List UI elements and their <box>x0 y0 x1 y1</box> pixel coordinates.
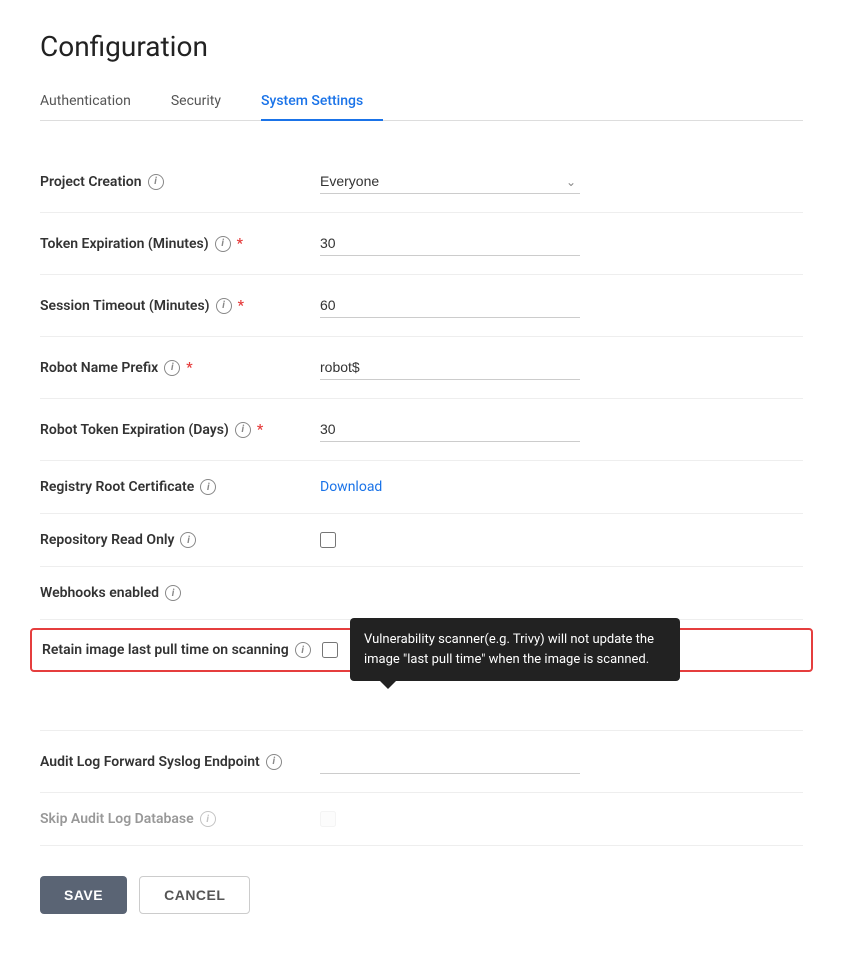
robot-name-prefix-input[interactable] <box>320 355 580 380</box>
robot-token-expiration-label: Robot Token Expiration (Days) i * <box>40 422 320 438</box>
session-timeout-required: * <box>238 298 244 314</box>
repository-read-only-checkbox[interactable] <box>320 532 336 548</box>
project-creation-control: Everyone Admins Only ⌄ <box>320 169 580 194</box>
project-creation-label: Project Creation i <box>40 174 320 190</box>
divider-8 <box>40 619 803 620</box>
page-title: Configuration <box>40 30 803 63</box>
download-link[interactable]: Download <box>320 479 382 495</box>
retain-image-control <box>322 642 582 658</box>
project-creation-info-icon[interactable]: i <box>148 174 164 190</box>
action-buttons: SAVE CANCEL <box>40 876 803 914</box>
robot-token-expiration-row: Robot Token Expiration (Days) i * <box>40 399 803 460</box>
retain-image-row: Retain image last pull time on scanning … <box>42 642 801 658</box>
session-timeout-row: Session Timeout (Minutes) i * <box>40 275 803 336</box>
skip-audit-label: Skip Audit Log Database i <box>40 811 320 827</box>
cancel-button[interactable]: CANCEL <box>139 876 250 914</box>
skip-audit-checkbox[interactable] <box>320 811 336 827</box>
retain-image-wrapper: Retain image last pull time on scanning … <box>40 628 803 672</box>
registry-root-cert-control: Download <box>320 479 580 495</box>
robot-token-expiration-required: * <box>257 422 263 438</box>
tab-security[interactable]: Security <box>171 83 241 121</box>
system-settings-form: Project Creation i Everyone Admins Only … <box>40 151 803 846</box>
save-button[interactable]: SAVE <box>40 876 127 914</box>
session-timeout-label: Session Timeout (Minutes) i * <box>40 298 320 314</box>
audit-log-row: Audit Log Forward Syslog Endpoint i <box>40 731 803 792</box>
repository-read-only-info-icon[interactable]: i <box>180 532 196 548</box>
session-timeout-input[interactable] <box>320 293 580 318</box>
audit-log-control <box>320 749 580 774</box>
skip-audit-row: Skip Audit Log Database i <box>40 793 803 845</box>
robot-token-expiration-input[interactable] <box>320 417 580 442</box>
repository-read-only-control <box>320 532 580 548</box>
token-expiration-required: * <box>237 236 243 252</box>
token-expiration-info-icon[interactable]: i <box>215 236 231 252</box>
webhooks-enabled-info-icon[interactable]: i <box>165 585 181 601</box>
robot-token-expiration-control <box>320 417 580 442</box>
registry-root-cert-row: Registry Root Certificate i Download <box>40 461 803 513</box>
session-timeout-control <box>320 293 580 318</box>
retain-image-checkbox[interactable] <box>322 642 338 658</box>
robot-token-expiration-info-icon[interactable]: i <box>235 422 251 438</box>
robot-name-prefix-label: Robot Name Prefix i * <box>40 360 320 376</box>
webhooks-enabled-label: Webhooks enabled i <box>40 585 320 601</box>
token-expiration-row: Token Expiration (Minutes) i * <box>40 213 803 274</box>
divider-11 <box>40 845 803 846</box>
registry-root-cert-info-icon[interactable]: i <box>200 479 216 495</box>
retain-image-info-icon[interactable]: i <box>295 642 311 658</box>
skip-audit-info-icon[interactable]: i <box>200 811 216 827</box>
webhooks-enabled-row: Webhooks enabled i <box>40 567 803 619</box>
retain-image-label: Retain image last pull time on scanning … <box>42 642 322 658</box>
tab-authentication[interactable]: Authentication <box>40 83 151 121</box>
audit-log-label: Audit Log Forward Syslog Endpoint i <box>40 754 320 770</box>
robot-name-prefix-row: Robot Name Prefix i * <box>40 337 803 398</box>
project-creation-row: Project Creation i Everyone Admins Only … <box>40 151 803 212</box>
repository-read-only-row: Repository Read Only i <box>40 514 803 566</box>
repository-read-only-label: Repository Read Only i <box>40 532 320 548</box>
configuration-page: Configuration Authentication Security Sy… <box>0 0 843 954</box>
session-timeout-info-icon[interactable]: i <box>216 298 232 314</box>
robot-name-prefix-info-icon[interactable]: i <box>164 360 180 376</box>
registry-root-cert-label: Registry Root Certificate i <box>40 479 320 495</box>
token-expiration-label: Token Expiration (Minutes) i * <box>40 236 320 252</box>
token-expiration-input[interactable] <box>320 231 580 256</box>
audit-log-info-icon[interactable]: i <box>266 754 282 770</box>
tab-bar: Authentication Security System Settings <box>40 83 803 121</box>
audit-log-input[interactable] <box>320 749 580 774</box>
token-expiration-control <box>320 231 580 256</box>
project-creation-select[interactable]: Everyone Admins Only <box>320 169 580 194</box>
retain-image-highlighted: Retain image last pull time on scanning … <box>30 628 813 672</box>
robot-name-prefix-control <box>320 355 580 380</box>
skip-audit-control <box>320 811 580 827</box>
robot-name-prefix-required: * <box>186 360 192 376</box>
tab-system-settings[interactable]: System Settings <box>261 83 383 121</box>
